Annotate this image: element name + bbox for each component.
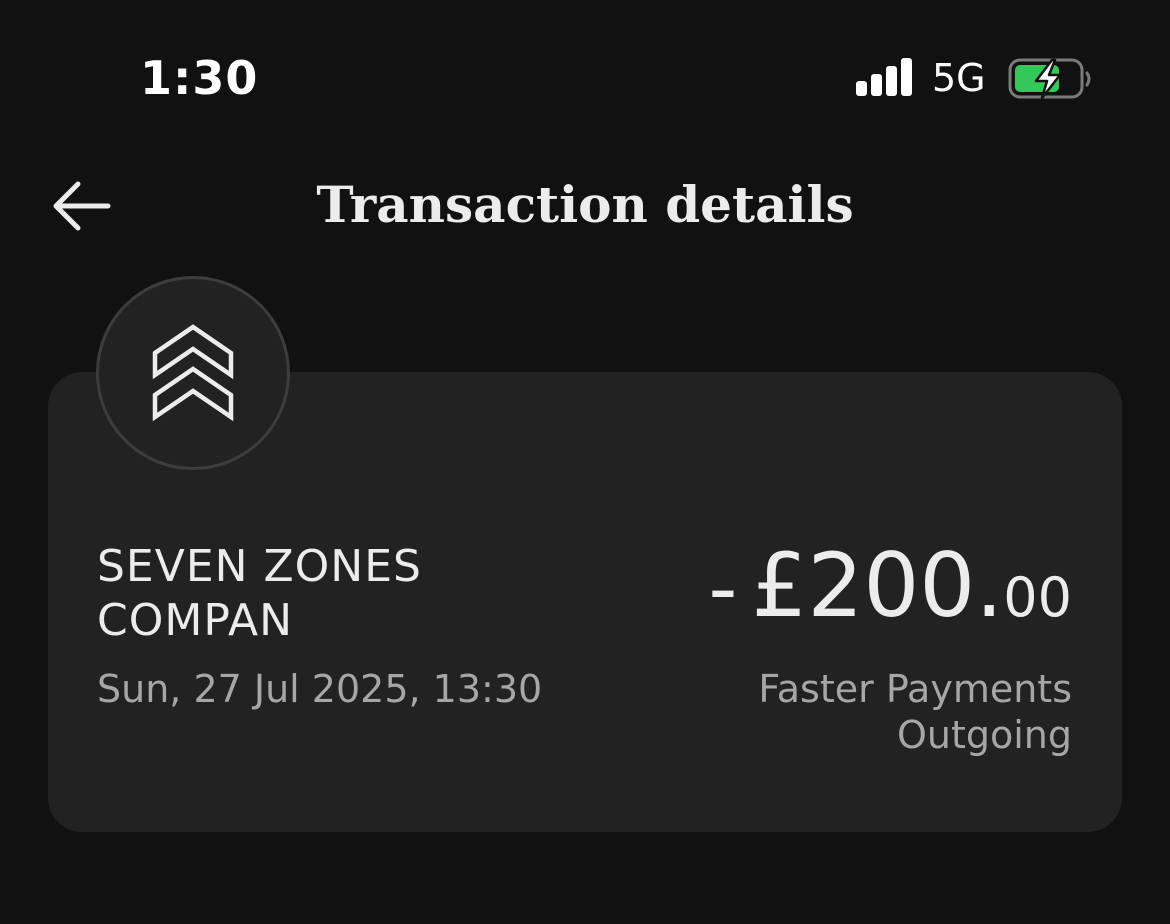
payment-type: Faster Payments Outgoing <box>758 667 1072 757</box>
status-time: 1:30 <box>140 51 259 105</box>
cellular-signal-icon <box>856 58 914 96</box>
transaction-amount: - £200.00 <box>708 536 1072 636</box>
merchant-name: SEVEN ZONES COMPAN <box>97 541 422 646</box>
page-title: Transaction details <box>316 175 854 234</box>
amount-minor: 00 <box>1003 566 1072 629</box>
double-chevron-up-icon <box>152 324 234 422</box>
amount-major: £200. <box>751 534 1004 637</box>
transaction-date: Sun, 27 Jul 2025, 13:30 <box>97 667 543 711</box>
screen: 1:30 5G Transaction details SEVEN ZONES … <box>0 0 1170 924</box>
merchant-avatar <box>96 276 290 470</box>
network-type: 5G <box>932 56 986 100</box>
amount-sign: - <box>708 542 738 635</box>
battery-charging-icon <box>1008 58 1092 100</box>
